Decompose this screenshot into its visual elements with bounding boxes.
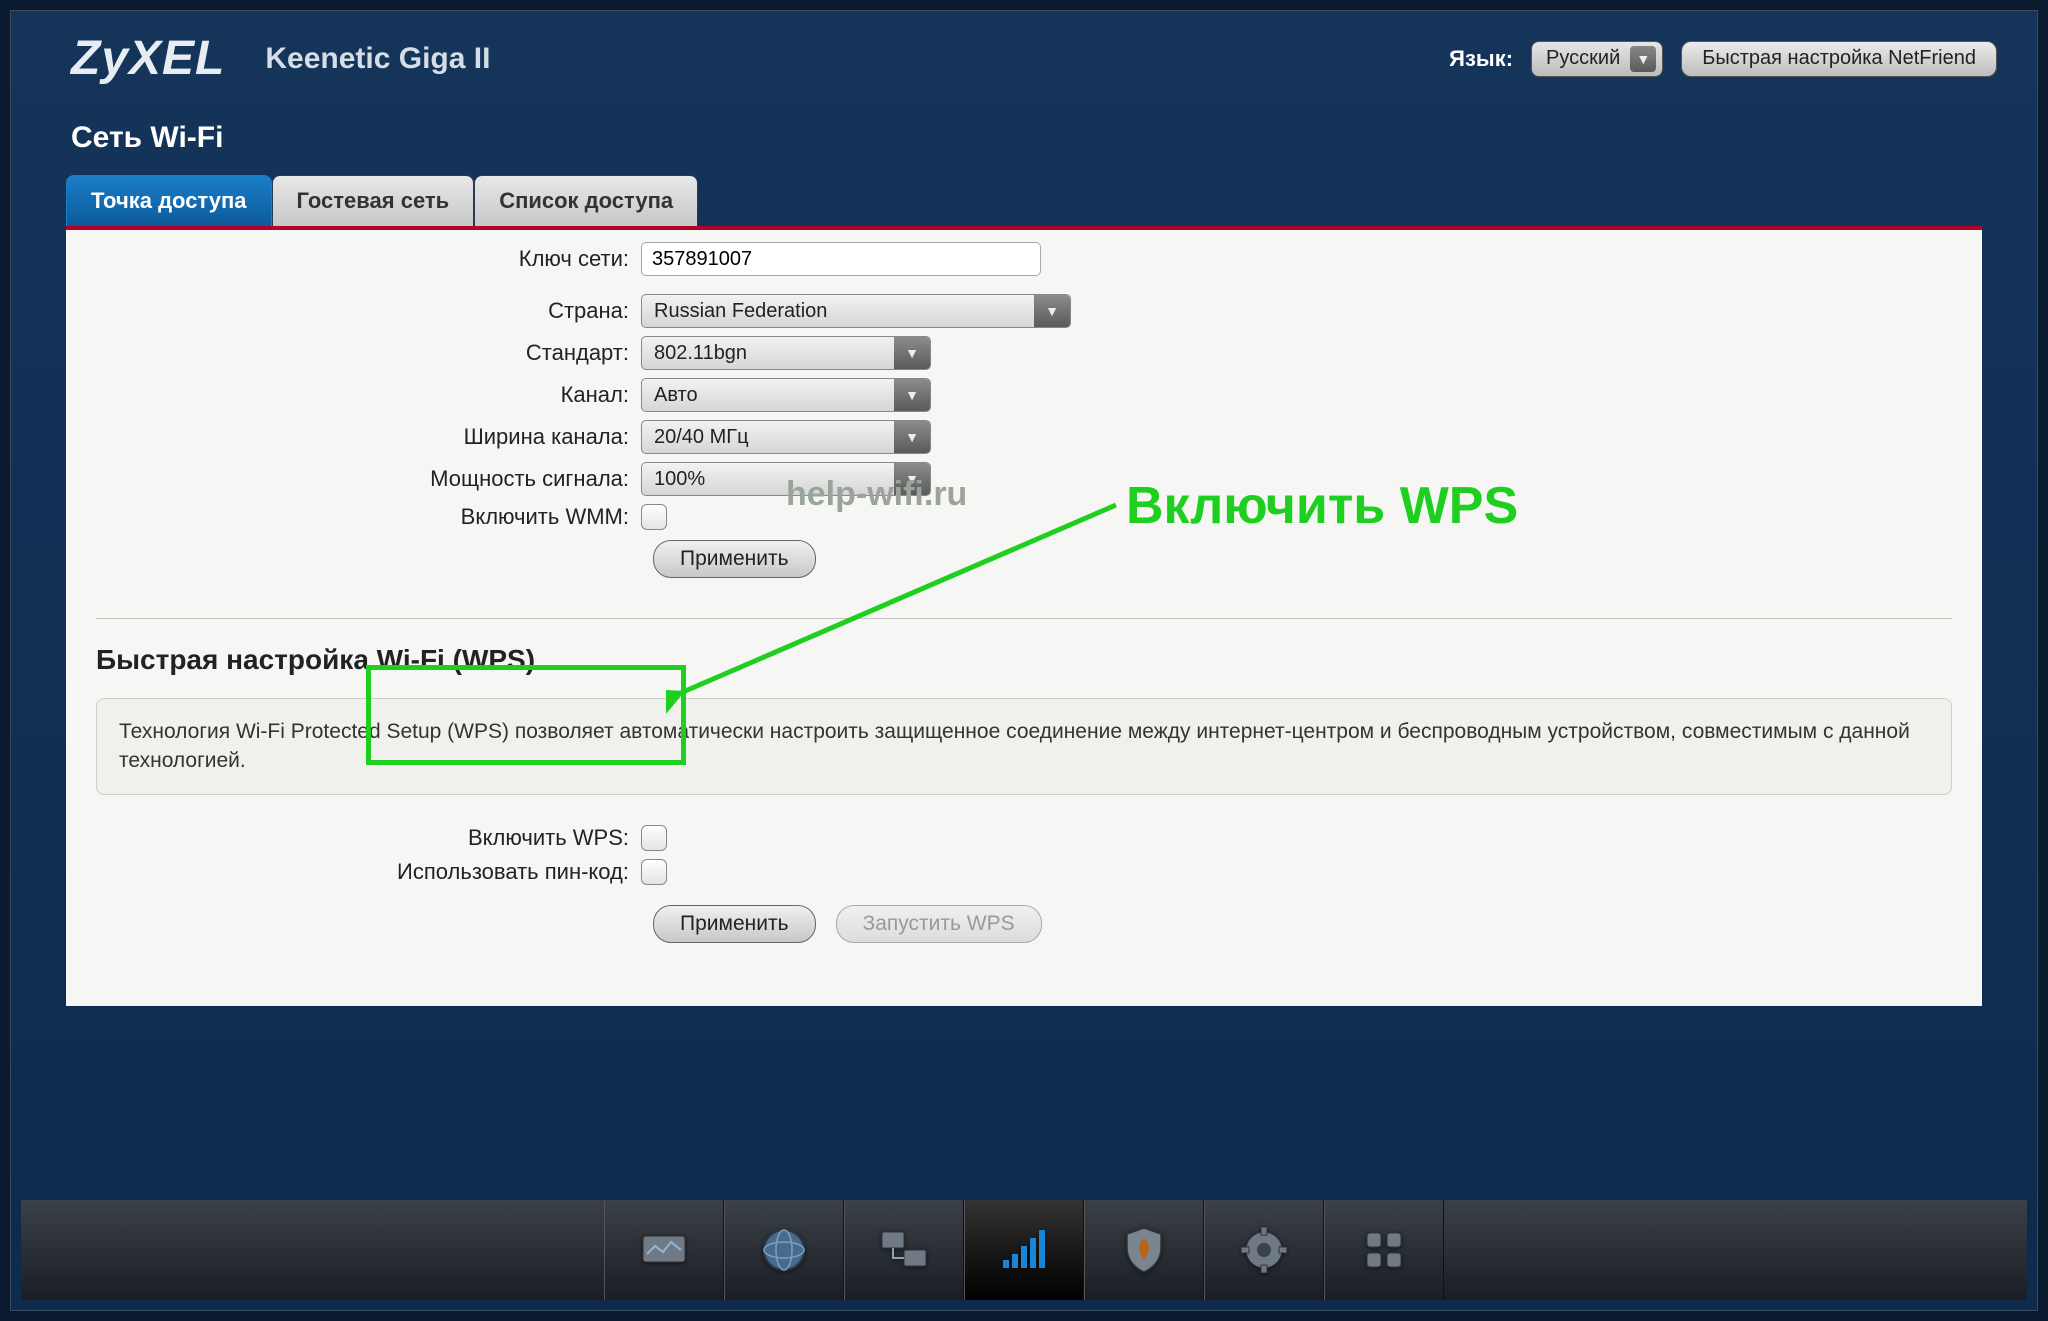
width-value: 20/40 МГц bbox=[654, 426, 749, 449]
language-value: Русский bbox=[1546, 47, 1620, 70]
channel-value: Авто bbox=[654, 384, 698, 407]
page-title: Сеть Wi-Fi bbox=[11, 96, 2037, 175]
bottom-dock bbox=[21, 1200, 2027, 1300]
brand-logo: ZyXEL bbox=[71, 31, 225, 86]
tab-guest-network[interactable]: Гостевая сеть bbox=[272, 175, 475, 226]
power-label: Мощность сигнала: bbox=[96, 466, 641, 492]
divider bbox=[96, 618, 1952, 619]
wps-heading: Быстрая настройка Wi-Fi (WPS) bbox=[96, 644, 1952, 676]
quick-setup-button[interactable]: Быстрая настройка NetFriend bbox=[1681, 41, 1997, 77]
standard-label: Стандарт: bbox=[96, 340, 641, 366]
chevron-down-icon: ▼ bbox=[1034, 295, 1070, 327]
network-key-label: Ключ сети: bbox=[96, 246, 641, 272]
tab-bar: Точка доступа Гостевая сеть Список досту… bbox=[11, 175, 2037, 226]
channel-label: Канал: bbox=[96, 382, 641, 408]
content-panel: Ключ сети: Страна: Russian Federation ▼ … bbox=[66, 226, 1982, 1006]
tab-access-point[interactable]: Точка доступа bbox=[66, 175, 272, 226]
dock-monitor-icon[interactable] bbox=[604, 1200, 724, 1300]
width-select[interactable]: 20/40 МГц ▼ bbox=[641, 420, 931, 454]
language-select[interactable]: Русский ▼ bbox=[1531, 41, 1663, 77]
chevron-down-icon: ▼ bbox=[894, 463, 930, 495]
chevron-down-icon: ▼ bbox=[894, 379, 930, 411]
standard-value: 802.11bgn bbox=[654, 342, 747, 365]
wmm-label: Включить WMM: bbox=[96, 504, 641, 530]
country-label: Страна: bbox=[96, 298, 641, 324]
wps-enable-checkbox[interactable] bbox=[641, 825, 667, 851]
wps-pin-checkbox[interactable] bbox=[641, 859, 667, 885]
dock-shield-icon[interactable] bbox=[1084, 1200, 1204, 1300]
power-value: 100% bbox=[654, 468, 705, 491]
model-name: Keenetic Giga II bbox=[265, 42, 490, 76]
dock-gear-icon[interactable] bbox=[1204, 1200, 1324, 1300]
network-key-input[interactable] bbox=[641, 242, 1041, 276]
dock-network-icon[interactable] bbox=[844, 1200, 964, 1300]
dock-globe-icon[interactable] bbox=[724, 1200, 844, 1300]
standard-select[interactable]: 802.11bgn ▼ bbox=[641, 336, 931, 370]
chevron-down-icon: ▼ bbox=[894, 337, 930, 369]
header-bar: ZyXEL Keenetic Giga II Язык: Русский ▼ Б… bbox=[11, 11, 2037, 96]
app-frame: ZyXEL Keenetic Giga II Язык: Русский ▼ Б… bbox=[10, 10, 2038, 1311]
chevron-down-icon: ▼ bbox=[894, 421, 930, 453]
apply-button-wps[interactable]: Применить bbox=[653, 905, 816, 943]
apply-button-top[interactable]: Применить bbox=[653, 540, 816, 578]
start-wps-button[interactable]: Запустить WPS bbox=[836, 905, 1042, 943]
language-label: Язык: bbox=[1449, 46, 1513, 72]
country-select[interactable]: Russian Federation ▼ bbox=[641, 294, 1071, 328]
chevron-down-icon: ▼ bbox=[1630, 46, 1656, 72]
width-label: Ширина канала: bbox=[96, 424, 641, 450]
power-select[interactable]: 100% ▼ bbox=[641, 462, 931, 496]
dock-apps-icon[interactable] bbox=[1324, 1200, 1444, 1300]
wps-pin-label: Использовать пин-код: bbox=[96, 859, 641, 885]
dock-wifi-icon[interactable] bbox=[964, 1200, 1084, 1300]
channel-select[interactable]: Авто ▼ bbox=[641, 378, 931, 412]
country-value: Russian Federation bbox=[654, 300, 827, 323]
wps-enable-label: Включить WPS: bbox=[96, 825, 641, 851]
wps-info-box: Технология Wi-Fi Protected Setup (WPS) п… bbox=[96, 698, 1952, 795]
tab-access-list[interactable]: Список доступа bbox=[474, 175, 698, 226]
header-right: Язык: Русский ▼ Быстрая настройка NetFri… bbox=[1449, 41, 1997, 77]
wmm-checkbox[interactable] bbox=[641, 504, 667, 530]
